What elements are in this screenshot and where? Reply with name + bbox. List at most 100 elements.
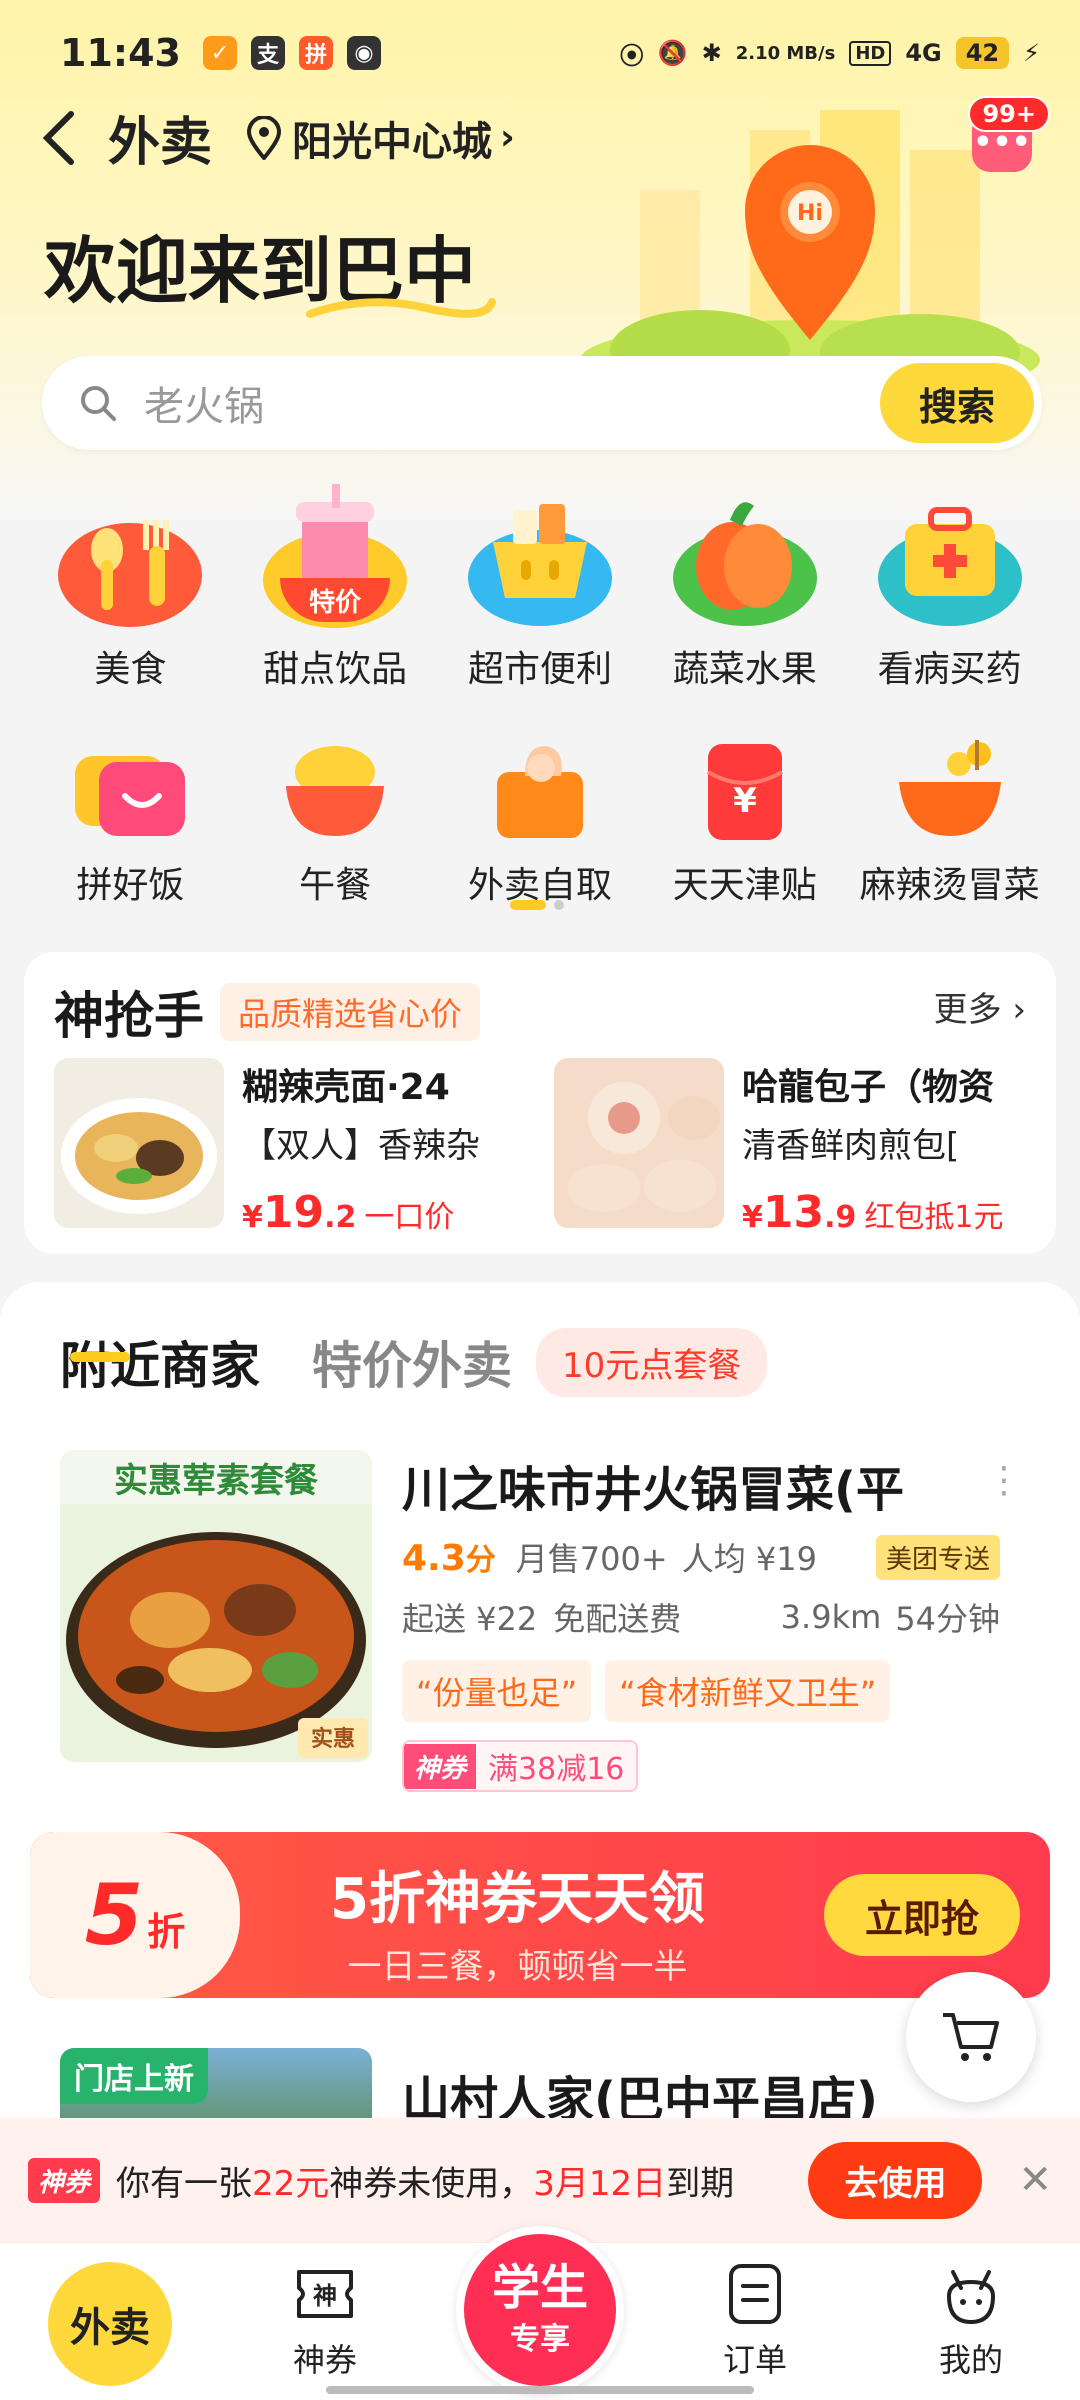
- location-status-icon: ⦿: [619, 41, 644, 70]
- expiry-date: 3月12日: [533, 2163, 667, 2204]
- page-indicator: [510, 900, 564, 910]
- category-malatang[interactable]: 麻辣烫冒菜: [855, 736, 1045, 908]
- new-store-tag: 门店上新: [60, 2048, 208, 2104]
- flash-sale-title: 神抢手: [54, 987, 204, 1045]
- discount-unit: 折: [147, 1909, 186, 1954]
- coupon-reminder-text: 你有一张22元神券未使用，3月12日到期: [116, 2156, 734, 2205]
- flash-sale-card: 神抢手 品质精选省心价 更多 › 糊辣壳面·24 【双人】香辣杂 ¥19.2 一口…: [24, 952, 1056, 1254]
- category-pickup[interactable]: 外卖自取: [445, 736, 635, 908]
- more-link[interactable]: 更多 ›: [934, 982, 1026, 1031]
- deal-name: 糊辣壳面·24: [242, 1067, 450, 1108]
- svg-text:Hi: Hi: [797, 201, 823, 226]
- chevron-right-icon: ›: [500, 117, 515, 158]
- category-supermarket[interactable]: 超市便利: [445, 480, 635, 692]
- bag-icon: [496, 746, 583, 838]
- banner-subtitle: 一日三餐，顿顿省一半: [347, 1947, 688, 1987]
- category-grid: 美食 特价 甜点饮品 超市便利 蔬菜水果 看病买药 拼好饭 午餐 外卖自取 ¥ …: [0, 480, 1080, 908]
- category-label: 甜点饮品: [263, 649, 408, 690]
- nav-coupons[interactable]: 神 神券: [250, 2259, 400, 2381]
- tab-specials[interactable]: 特价外卖: [312, 1326, 512, 1398]
- hd-icon: HD: [849, 40, 892, 66]
- tab-nearby[interactable]: 附近商家: [60, 1326, 260, 1398]
- cart-button[interactable]: [906, 1972, 1036, 2102]
- close-icon[interactable]: ✕: [1018, 2157, 1052, 2203]
- nav-mine[interactable]: 我的: [896, 2259, 1046, 2381]
- decorative-swoosh: [306, 298, 496, 318]
- discount-number: 5: [84, 1866, 144, 1964]
- tab-ten-yuan-combo[interactable]: 10元点套餐: [536, 1327, 768, 1397]
- nav-label: 订单: [722, 2341, 787, 2379]
- delivery-badge: 美团专送: [875, 1534, 1000, 1580]
- location-pin-icon: [247, 115, 282, 160]
- category-label: 午餐: [299, 865, 372, 906]
- coupon-reminder: 神券 你有一张22元神券未使用，3月12日到期 去使用 ✕: [0, 2118, 1080, 2242]
- category-lunch[interactable]: 午餐: [240, 736, 430, 908]
- category-label: 天天津贴: [672, 865, 817, 906]
- orders-icon: [729, 2264, 781, 2324]
- hongbao-icon: ¥: [706, 744, 783, 840]
- category-drinks[interactable]: 特价 甜点饮品: [240, 480, 430, 692]
- coupon-tag: 神券: [28, 2157, 101, 2203]
- location-balloon-illustration: Hi: [580, 110, 1040, 390]
- tab-active-indicator: [70, 1352, 130, 1362]
- deal-desc: 【双人】香辣杂: [242, 1126, 480, 1166]
- deal-item[interactable]: 糊辣壳面·24 【双人】香辣杂 ¥19.2 一口价: [54, 1058, 534, 1238]
- promo-banner[interactable]: 5折 5折神券天天领 一日三餐，顿顿省一半 立即抢: [30, 1832, 1050, 1998]
- net-speed: 2.10 MB/s: [735, 42, 836, 64]
- category-food[interactable]: 美食: [35, 480, 225, 692]
- avg-price: 人均 ¥19: [681, 1540, 817, 1578]
- category-medicine[interactable]: 看病买药: [855, 480, 1045, 692]
- category-fruit[interactable]: 蔬菜水果: [650, 480, 840, 692]
- coupon-icon: 神: [297, 2270, 353, 2318]
- home-indicator[interactable]: [326, 2386, 754, 2394]
- category-label: 美食: [94, 649, 167, 690]
- svg-text:神: 神: [313, 2282, 337, 2310]
- deal-item[interactable]: 哈龍包子（物资 清香鲜肉煎包[ ¥13.9 红包抵1元: [554, 1058, 1034, 1238]
- delivery-time: 54分钟: [895, 1600, 1000, 1638]
- shop-coupon: 神券 满38减16: [402, 1740, 639, 1792]
- alipay-icon: 支: [250, 36, 285, 70]
- flash-sale-tag: 品质精选省心价: [220, 983, 481, 1041]
- shop-image-text: 实惠荤素套餐: [114, 1461, 318, 1501]
- deal-price: ¥19.2 一口价: [242, 1187, 532, 1238]
- nav-label: 我的: [938, 2341, 1003, 2379]
- food-icon: [58, 520, 203, 627]
- nav-takeaway[interactable]: 外卖: [48, 2262, 172, 2386]
- rating-unit: 分: [465, 1543, 496, 1578]
- category-label: 麻辣烫冒菜: [859, 865, 1040, 906]
- search-button[interactable]: 搜索: [880, 363, 1034, 443]
- use-coupon-button[interactable]: 去使用: [808, 2141, 983, 2219]
- price-int: 19: [262, 1187, 325, 1238]
- bowl-icon: [75, 756, 186, 836]
- shop-card[interactable]: 实惠荤素套餐 实惠 ⋮ 川之味市井火锅冒菜(平 4.3分 月售700+ 人均 ¥…: [30, 1432, 1050, 1792]
- page-dot-active: [510, 900, 546, 910]
- search-input[interactable]: 老火锅: [144, 374, 264, 432]
- more-label: 更多: [933, 990, 1002, 1030]
- min-order: 起送 ¥22: [402, 1600, 538, 1638]
- student-exclusive-button[interactable]: 学生 专享: [456, 2226, 624, 2394]
- wechat-icon: ◉: [346, 36, 381, 70]
- network-label: 4G: [905, 39, 942, 67]
- location-selector[interactable]: 阳光中心城 ›: [246, 109, 515, 167]
- back-button[interactable]: [34, 108, 84, 168]
- search-bar[interactable]: 老火锅 搜索: [42, 356, 1042, 450]
- mute-icon: 🔕: [657, 39, 688, 67]
- shop-name: 川之味市井火锅冒菜(平: [402, 1462, 904, 1518]
- currency-symbol: ¥: [242, 1200, 263, 1235]
- reminder-part: 神券未使用，: [329, 2163, 534, 2204]
- price-note: 红包抵1元: [864, 1200, 1004, 1235]
- status-time: 11:43: [60, 31, 181, 75]
- price-note: 一口价: [364, 1200, 455, 1235]
- distance: 3.9km: [780, 1598, 882, 1636]
- charging-icon: ⚡: [1023, 39, 1040, 67]
- review-tag: “份量也足”: [402, 1660, 592, 1722]
- cart-icon: [943, 2013, 999, 2061]
- nav-orders[interactable]: 订单: [680, 2259, 830, 2381]
- category-group-meal[interactable]: 拼好饭: [35, 736, 225, 908]
- deal-image: [54, 1058, 224, 1228]
- grab-now-button[interactable]: 立即抢: [824, 1874, 1020, 1956]
- discount-badge: 5折: [30, 1832, 240, 1998]
- price-int: 13: [762, 1187, 825, 1238]
- reminder-part: 到期: [666, 2163, 735, 2204]
- category-daily-subsidy[interactable]: ¥ 天天津贴: [650, 736, 840, 908]
